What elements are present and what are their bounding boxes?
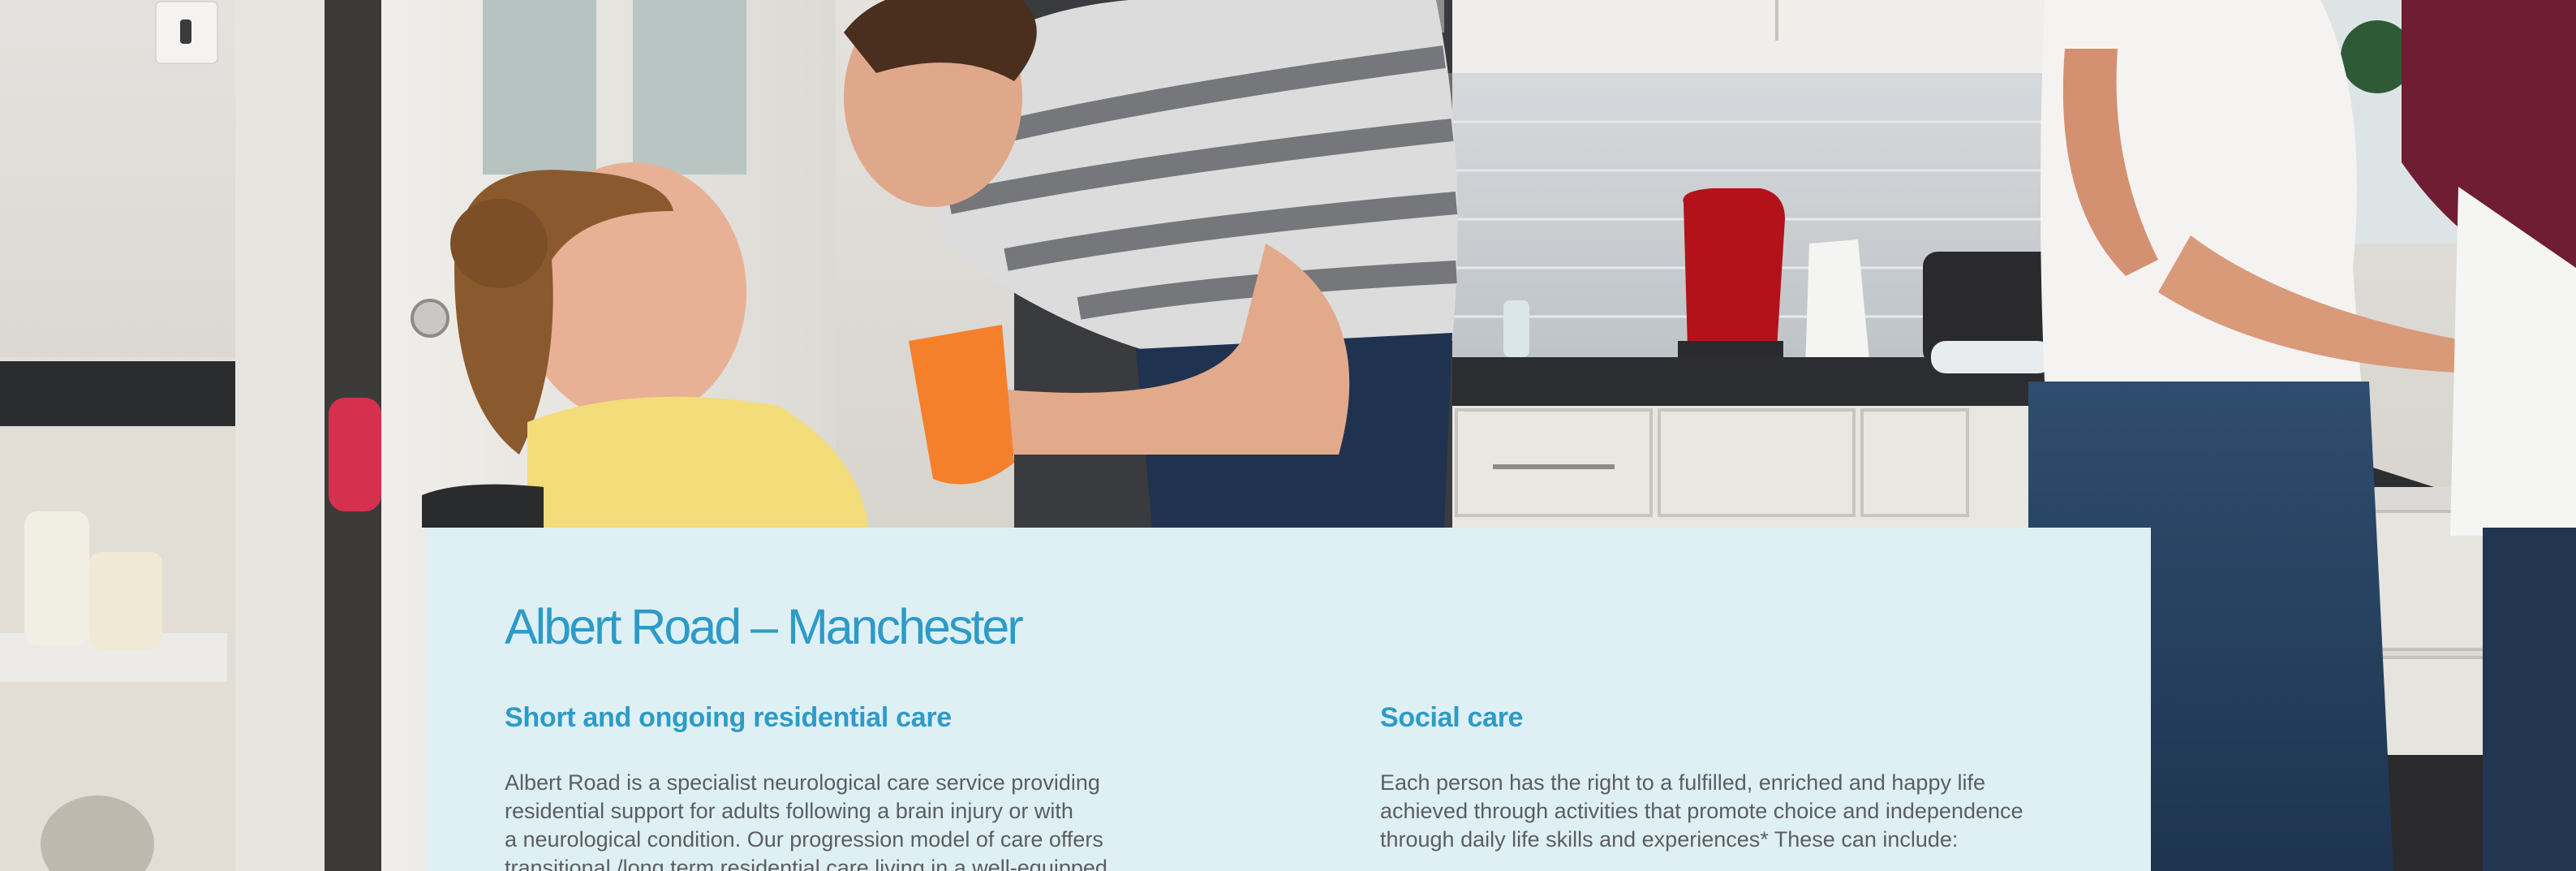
door-frame (235, 0, 325, 871)
social-care-body: Each person has the right to a fulfilled… (1380, 770, 2023, 852)
door-glass-1 (483, 0, 596, 175)
hair-bun (450, 199, 548, 288)
info-card: Albert Road – Manchester Short and ongoi… (427, 528, 2151, 871)
candle-right (89, 552, 162, 649)
section-heading-residential-care: Short and ongoing residential care (505, 702, 952, 733)
plate (1931, 341, 2053, 373)
residential-care-body: Albert Road is a specialist neurological… (505, 770, 1107, 871)
dark-shelf (0, 361, 247, 426)
page-title: Albert Road – Manchester (505, 599, 1024, 654)
door-glass-2 (633, 0, 746, 175)
upper-cabinets (1452, 0, 2053, 73)
section-heading-social-care: Social care (1380, 702, 1524, 733)
pink-bag (329, 398, 381, 511)
door-handle (411, 299, 449, 338)
candle-left (24, 511, 89, 645)
wheelchair (422, 484, 544, 528)
residential-care-section: Short and ongoing residential care Alber… (505, 701, 1170, 871)
red-kettle (1683, 188, 1785, 349)
social-care-section: Social care Each person has the right to… (1380, 701, 2110, 854)
